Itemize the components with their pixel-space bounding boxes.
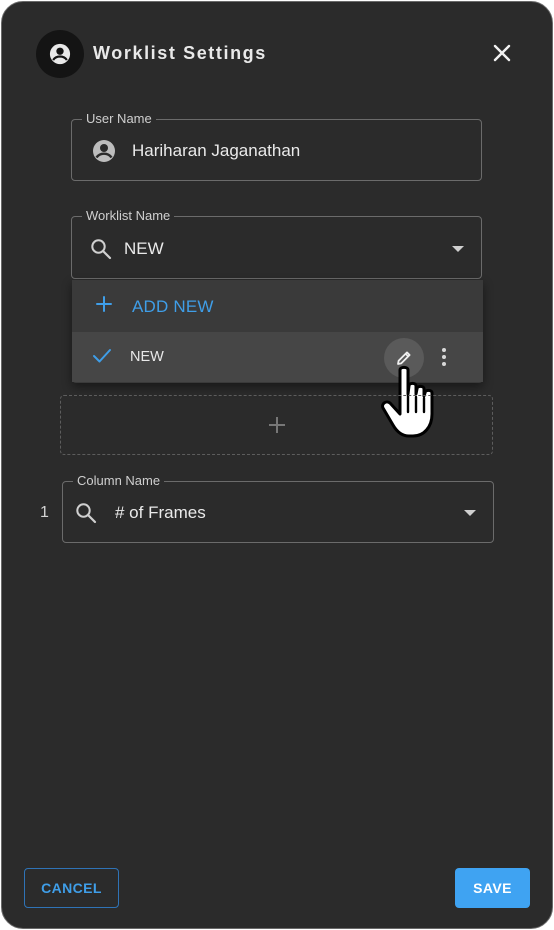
dropdown-arrow-icon[interactable]	[464, 510, 476, 516]
user-name-field[interactable]: User Name Hariharan Jaganathan	[71, 111, 482, 181]
worklist-name-label: Worklist Name	[82, 208, 175, 223]
account-circle-icon	[36, 30, 84, 78]
worklist-option-label: NEW	[130, 349, 164, 365]
add-column-button[interactable]	[60, 395, 493, 455]
search-icon	[90, 238, 112, 260]
edit-worklist-button[interactable]	[384, 338, 424, 378]
more-vertical-icon[interactable]	[434, 341, 454, 373]
dropdown-arrow-icon[interactable]	[452, 246, 464, 252]
column-name-label: Column Name	[73, 473, 165, 488]
worklist-name-value: NEW	[124, 239, 164, 258]
search-icon	[75, 502, 97, 524]
plus-icon	[95, 295, 113, 318]
worklist-dropdown-menu: ADD NEW NEW	[72, 280, 483, 383]
pencil-icon	[395, 349, 413, 367]
account-circle-icon	[92, 139, 116, 163]
add-new-option[interactable]: ADD NEW	[72, 280, 483, 332]
dialog-title: Worklist Settings	[93, 43, 267, 63]
user-name-value: Hariharan Jaganathan	[132, 141, 301, 160]
check-icon	[92, 347, 112, 370]
cancel-button[interactable]: CANCEL	[24, 868, 119, 908]
column-name-value: # of Frames	[115, 503, 206, 522]
plus-icon	[268, 416, 286, 434]
column-name-select[interactable]: Column Name # of Frames	[62, 473, 494, 543]
close-icon[interactable]	[488, 39, 516, 67]
column-index: 1	[40, 504, 49, 521]
worklist-name-select[interactable]: Worklist Name NEW	[71, 208, 482, 279]
add-new-label: ADD NEW	[132, 297, 214, 316]
save-button[interactable]: SAVE	[455, 868, 530, 908]
worklist-settings-dialog: Worklist Settings User Name Hariharan Ja…	[1, 1, 553, 929]
user-name-label: User Name	[82, 111, 156, 126]
worklist-option[interactable]: NEW	[72, 332, 483, 382]
